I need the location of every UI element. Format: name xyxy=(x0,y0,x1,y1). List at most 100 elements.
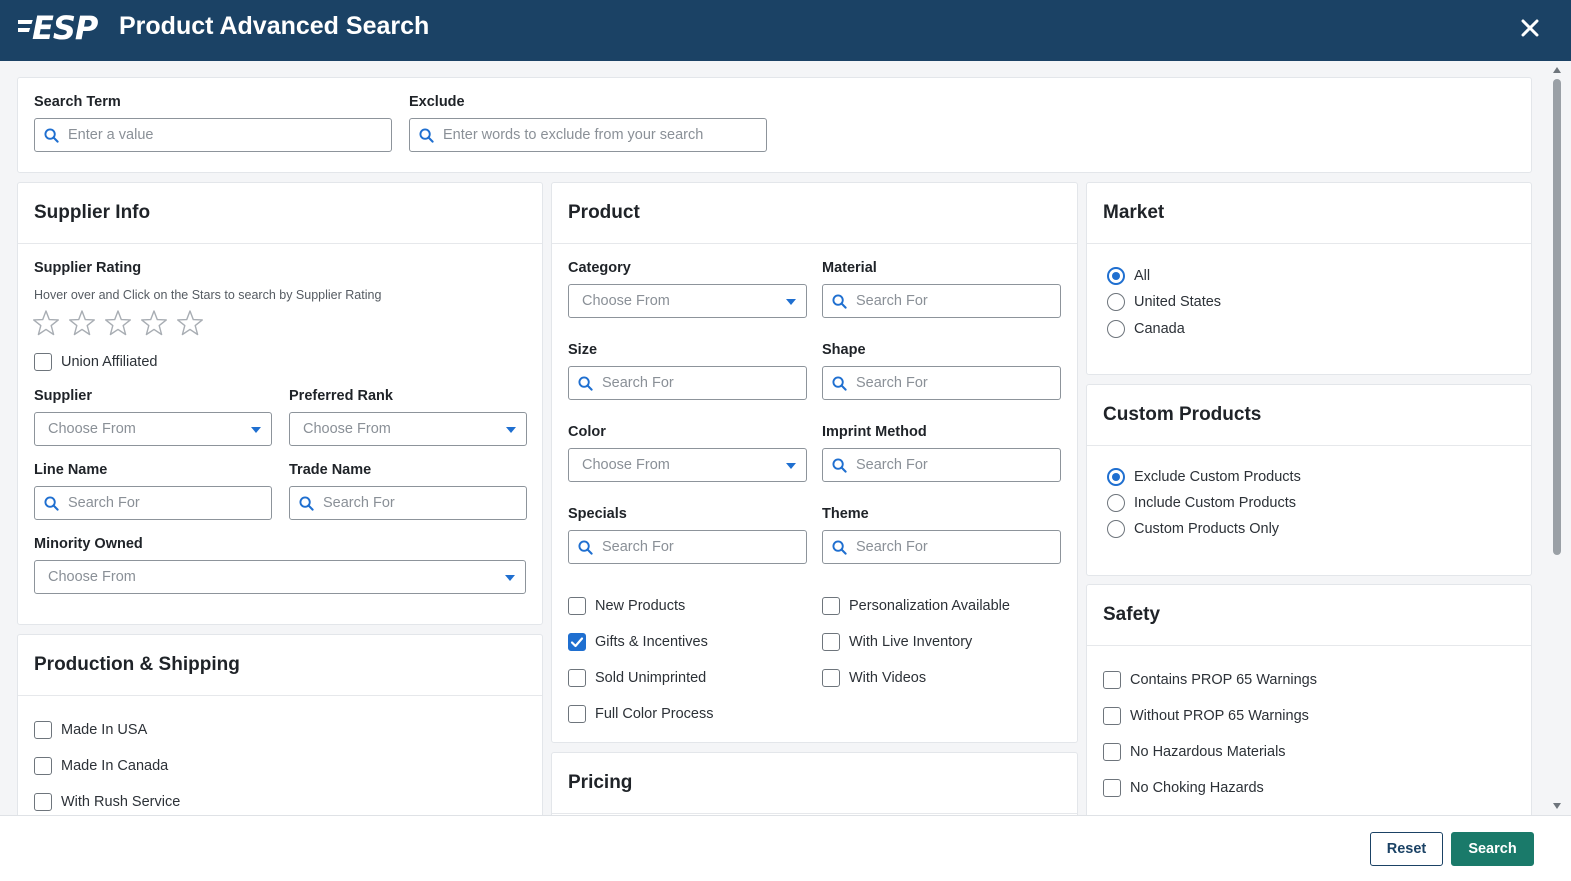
checkbox-label: With Rush Service xyxy=(61,794,181,810)
union-affiliated-checkbox[interactable]: Union Affiliated xyxy=(34,353,157,371)
size-placeholder: Search For xyxy=(602,375,674,391)
search-term-panel: Search Term Enter a value Exclude Enter … xyxy=(17,77,1532,173)
safety-header: Safety xyxy=(1087,585,1531,646)
prop65-without-checkbox[interactable]: Without PROP 65 Warnings xyxy=(1103,707,1309,725)
custom-option-exclude[interactable]: Exclude Custom Products xyxy=(1107,468,1301,486)
scroll-up-arrow-icon[interactable] xyxy=(1553,67,1561,73)
checkbox-box[interactable] xyxy=(568,597,586,615)
search-icon xyxy=(832,458,847,473)
checkbox-box[interactable] xyxy=(822,633,840,651)
chevron-down-icon xyxy=(786,299,796,305)
product-header: Product xyxy=(552,183,1077,244)
checkbox-box[interactable] xyxy=(1103,707,1121,725)
checkbox-box[interactable] xyxy=(1103,671,1121,689)
no-choking-checkbox[interactable]: No Choking Hazards xyxy=(1103,779,1264,797)
category-label: Category xyxy=(568,260,631,276)
radio-button-selected[interactable] xyxy=(1107,468,1125,486)
personalization-checkbox[interactable]: Personalization Available xyxy=(822,597,1010,615)
checkbox-box[interactable] xyxy=(568,669,586,687)
radio-button[interactable] xyxy=(1107,520,1125,538)
product-panel: Product Category Choose From Material Se… xyxy=(551,182,1078,743)
checkbox-label: With Live Inventory xyxy=(849,634,973,650)
no-hazardous-checkbox[interactable]: No Hazardous Materials xyxy=(1103,743,1286,761)
checkbox-box[interactable] xyxy=(1103,779,1121,797)
vertical-scrollbar[interactable] xyxy=(1550,61,1564,815)
checkbox-label: Sold Unimprinted xyxy=(595,670,707,686)
radio-button-selected[interactable] xyxy=(1107,267,1125,285)
supplier-select[interactable]: Choose From xyxy=(34,412,272,446)
checkbox-label: Full Color Process xyxy=(595,706,714,722)
radio-label: United States xyxy=(1134,294,1222,310)
color-select[interactable]: Choose From xyxy=(568,448,807,482)
live-inventory-checkbox[interactable]: With Live Inventory xyxy=(822,633,972,651)
checkbox-box-checked[interactable] xyxy=(568,633,586,651)
new-products-checkbox[interactable]: New Products xyxy=(568,597,685,615)
close-button[interactable] xyxy=(1518,16,1544,42)
market-option-us[interactable]: United States xyxy=(1107,293,1221,311)
star-icon[interactable] xyxy=(32,309,60,337)
star-icon[interactable] xyxy=(176,309,204,337)
checkbox-box[interactable] xyxy=(34,353,52,371)
checkbox-box[interactable] xyxy=(34,721,52,739)
shape-input[interactable]: Search For xyxy=(822,366,1061,400)
radio-button[interactable] xyxy=(1107,293,1125,311)
minority-owned-select[interactable]: Choose From xyxy=(34,560,526,594)
sold-unimprinted-checkbox[interactable]: Sold Unimprinted xyxy=(568,669,706,687)
with-videos-checkbox[interactable]: With Videos xyxy=(822,669,926,687)
star-icon[interactable] xyxy=(140,309,168,337)
specials-input[interactable]: Search For xyxy=(568,530,807,564)
exclude-input[interactable]: Enter words to exclude from your search xyxy=(409,118,767,152)
search-term-input[interactable]: Enter a value xyxy=(34,118,392,152)
line-name-input[interactable]: Search For xyxy=(34,486,272,520)
supplier-rating-stars[interactable] xyxy=(32,309,204,337)
preferred-rank-select[interactable]: Choose From xyxy=(289,412,527,446)
trade-name-input[interactable]: Search For xyxy=(289,486,527,520)
made-in-usa-checkbox[interactable]: Made In USA xyxy=(34,721,147,739)
checkbox-box[interactable] xyxy=(822,669,840,687)
market-option-canada[interactable]: Canada xyxy=(1107,320,1185,338)
checkbox-box[interactable] xyxy=(34,757,52,775)
gifts-incentives-checkbox[interactable]: Gifts & Incentives xyxy=(568,633,708,651)
prop65-contains-checkbox[interactable]: Contains PROP 65 Warnings xyxy=(1103,671,1317,689)
checkbox-label: Personalization Available xyxy=(849,598,1010,614)
imprint-method-input[interactable]: Search For xyxy=(822,448,1061,482)
made-in-canada-checkbox[interactable]: Made In Canada xyxy=(34,757,168,775)
search-button[interactable]: Search xyxy=(1451,832,1534,866)
preferred-rank-label: Preferred Rank xyxy=(289,388,393,404)
checkbox-box[interactable] xyxy=(1103,743,1121,761)
star-icon[interactable] xyxy=(68,309,96,337)
checkbox-box[interactable] xyxy=(822,597,840,615)
checkbox-box[interactable] xyxy=(34,793,52,811)
rush-service-checkbox[interactable]: With Rush Service xyxy=(34,793,180,811)
size-input[interactable]: Search For xyxy=(568,366,807,400)
checkbox-box[interactable] xyxy=(568,705,586,723)
custom-option-include[interactable]: Include Custom Products xyxy=(1107,494,1296,512)
custom-option-only[interactable]: Custom Products Only xyxy=(1107,520,1279,538)
star-icon[interactable] xyxy=(104,309,132,337)
search-term-label: Search Term xyxy=(34,94,121,110)
reset-button[interactable]: Reset xyxy=(1370,832,1443,866)
supplier-label: Supplier xyxy=(34,388,93,404)
search-icon xyxy=(578,376,593,391)
market-option-all[interactable]: All xyxy=(1107,267,1150,285)
scroll-down-arrow-icon[interactable] xyxy=(1553,803,1561,809)
pricing-header: Pricing xyxy=(552,753,1077,814)
radio-label: All xyxy=(1134,268,1151,284)
theme-input[interactable]: Search For xyxy=(822,530,1061,564)
radio-button[interactable] xyxy=(1107,494,1125,512)
full-color-process-checkbox[interactable]: Full Color Process xyxy=(568,705,713,723)
pricing-panel: Pricing xyxy=(551,752,1078,815)
scrollbar-thumb[interactable] xyxy=(1553,79,1561,555)
search-icon xyxy=(419,128,434,143)
market-panel: Market All United States Canada xyxy=(1086,182,1532,375)
material-input[interactable]: Search For xyxy=(822,284,1061,318)
market-title: Market xyxy=(1103,202,1165,223)
checkbox-label: Made In Canada xyxy=(61,758,169,774)
modal-body: Search Term Enter a value Exclude Enter … xyxy=(0,61,1571,815)
supplier-info-header: Supplier Info xyxy=(18,183,542,244)
close-icon xyxy=(1521,19,1539,37)
checkbox-label: No Hazardous Materials xyxy=(1130,744,1286,760)
category-select[interactable]: Choose From xyxy=(568,284,807,318)
radio-button[interactable] xyxy=(1107,320,1125,338)
theme-placeholder: Search For xyxy=(856,539,928,555)
